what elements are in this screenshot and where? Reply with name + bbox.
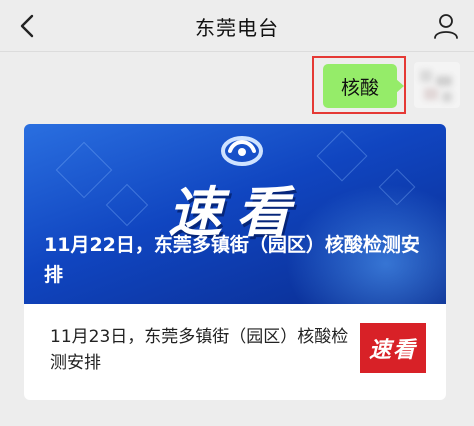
hex-decoration — [105, 183, 149, 227]
sub-article-thumbnail: 速看 — [360, 323, 426, 373]
profile-button[interactable] — [430, 10, 462, 42]
article-banner[interactable]: 速看 11月22日，东莞多镇街（园区）核酸检测安排 — [24, 124, 446, 304]
message-highlight: 核酸 — [312, 56, 406, 114]
radio-logo-icon — [221, 136, 263, 166]
avatar[interactable] — [414, 62, 460, 108]
hex-decoration — [316, 130, 368, 182]
sub-article-item[interactable]: 11月23日，东莞多镇街（园区）核酸检测安排 速看 — [24, 304, 446, 400]
person-icon — [434, 14, 458, 39]
article-card: 速看 11月22日，东莞多镇街（园区）核酸检测安排 11月23日，东莞多镇街（园… — [24, 124, 446, 400]
banner-headline: 11月22日，东莞多镇街（园区）核酸检测安排 — [44, 234, 420, 286]
sub-article-title: 11月23日，东莞多镇街（园区）核酸检测安排 — [50, 327, 349, 373]
hex-decoration — [55, 141, 113, 199]
message-bubble[interactable]: 核酸 — [323, 64, 404, 108]
nav-bar: 东莞电台 — [0, 0, 474, 52]
page-title: 东莞电台 — [195, 16, 279, 40]
